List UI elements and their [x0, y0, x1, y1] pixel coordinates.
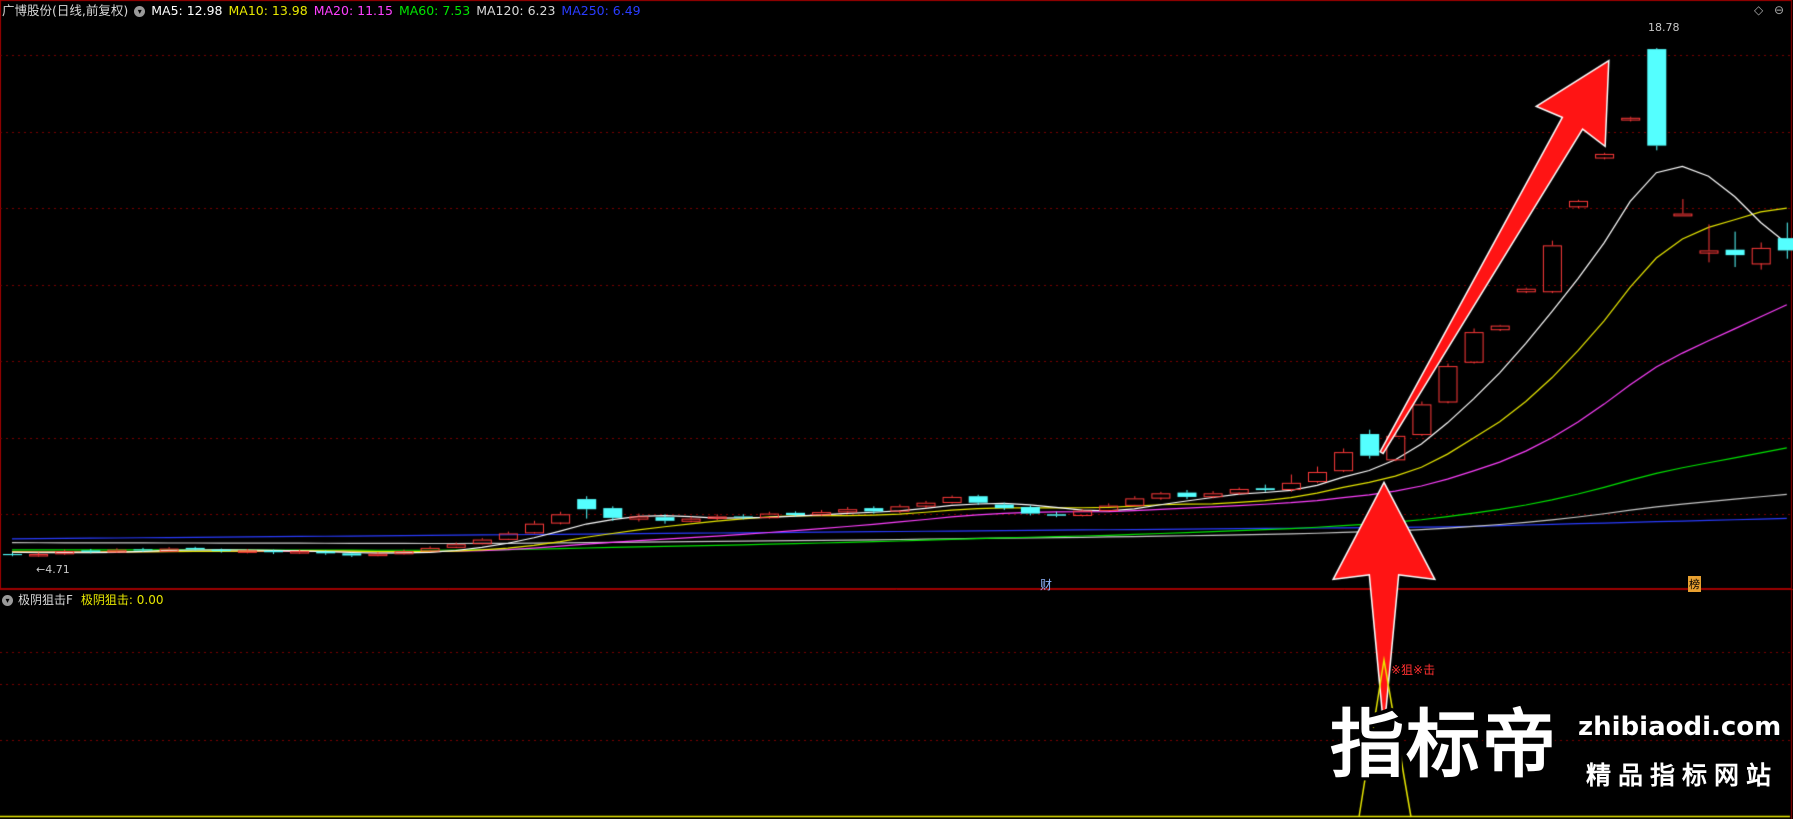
- main-chart-header: 广博股份(日线,前复权) ▾ MA5: 12.98 MA10: 13.98 MA…: [2, 3, 647, 19]
- billboard-marker[interactable]: 榜: [1688, 576, 1701, 592]
- ma250-label: MA250: 6.49: [561, 3, 641, 18]
- ma5-label: MA5: 12.98: [151, 3, 223, 18]
- indicator-name: 极阴狙击F: [18, 593, 73, 607]
- collapse-circle-icon[interactable]: ⊖: [1774, 3, 1784, 17]
- collapse-circle-icon[interactable]: ▾: [2, 594, 13, 606]
- finance-marker[interactable]: 财: [1040, 576, 1052, 593]
- ma10-label: MA10: 13.98: [228, 3, 308, 18]
- watermark-en: zhibiaodi.com: [1578, 712, 1782, 742]
- kline-chart-canvas[interactable]: [0, 0, 1793, 819]
- indicator-header: ▾ 极阴狙击F 极阴狙击: 0.00: [2, 592, 163, 608]
- watermark-logo: 指标帝 zhibiaodi.com 精品指标网站: [1330, 700, 1790, 800]
- diamond-icon[interactable]: ◇: [1754, 3, 1763, 17]
- indicator-value: 极阴狙击: 0.00: [80, 593, 164, 607]
- ma120-label: MA120: 6.23: [476, 3, 556, 18]
- ma60-label: MA60: 7.53: [398, 3, 471, 18]
- watermark-sub: 精品指标网站: [1586, 761, 1779, 790]
- stock-title: 广博股份(日线,前复权): [2, 3, 129, 18]
- low-price-value: 4.71: [45, 563, 70, 576]
- signal-label: ※狙※击: [1391, 663, 1436, 677]
- high-price-label: 18.78: [1648, 21, 1680, 34]
- watermark-cn: 指标帝: [1330, 702, 1558, 788]
- collapse-circle-icon[interactable]: ▾: [134, 5, 146, 17]
- low-price-label: ←4.71: [36, 563, 70, 576]
- ma20-label: MA20: 11.15: [313, 3, 393, 18]
